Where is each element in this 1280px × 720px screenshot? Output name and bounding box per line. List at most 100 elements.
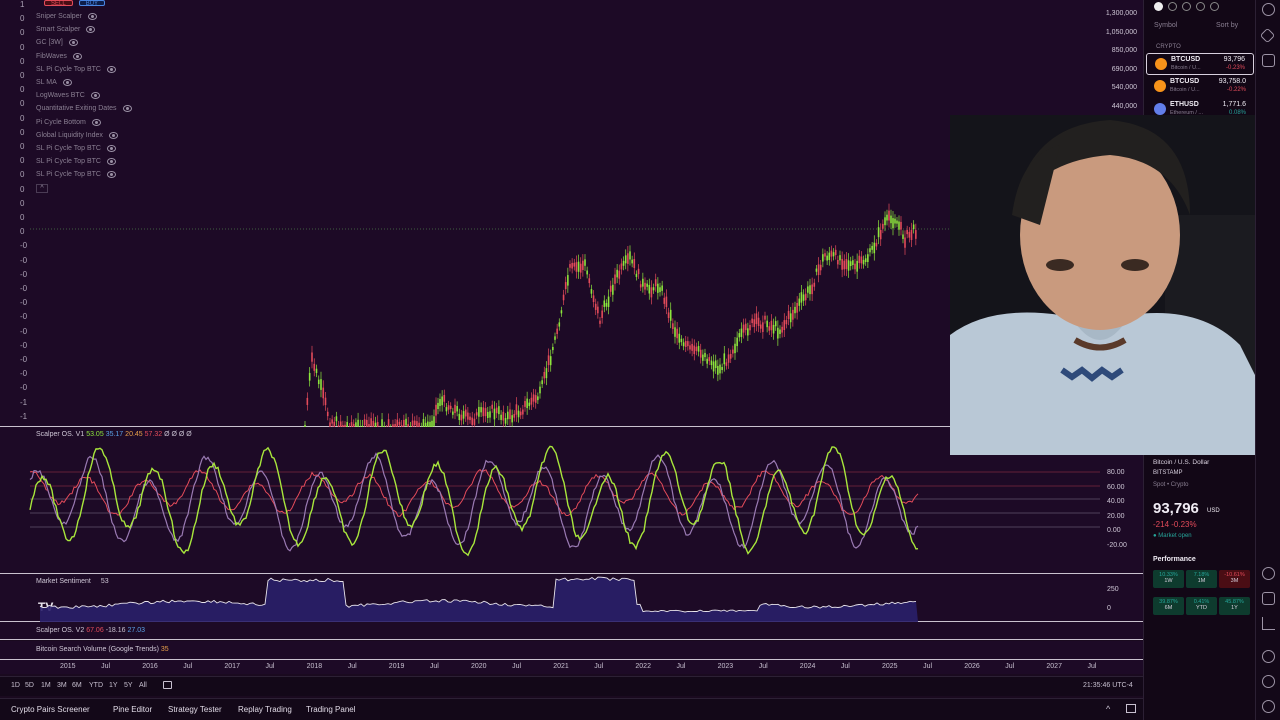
sentiment-pane[interactable]: Market Sentiment 53 TV 250 0 [0,574,1143,622]
watchlist-section-crypto[interactable]: CRYPTO [1156,44,1181,50]
candle-body [458,413,461,421]
performance-cell[interactable]: 39.87% 6M [1153,597,1184,615]
watchlist-price: 93,796 [1223,56,1245,63]
time-axis-label: 2025 [882,663,898,670]
candle-body [313,363,316,371]
bottom-tab[interactable]: Trading Panel [306,705,356,714]
candle-body [530,397,533,405]
detail-price: 93,796 [1153,500,1199,517]
menu-icon[interactable] [1196,2,1205,11]
watchlist-change: -0.22% [1226,87,1246,94]
candle-body [482,407,485,417]
detail-change: -214 -0.23% [1153,520,1197,529]
range-button[interactable]: 5D [25,682,34,689]
candle-body [689,345,691,350]
watchlist-row[interactable]: BTCUSD Bitcoin / U... 93,796 -0.23% [1146,53,1254,75]
performance-cell[interactable]: -10.61% 3M [1219,570,1250,588]
candle-body [493,408,496,420]
watchlist-symbol-header[interactable]: Symbol [1154,22,1177,29]
candle-body [588,278,591,284]
candle-body [462,411,465,419]
search-volume-legend: Bitcoin Search Volume (Google Trends) 35 [36,646,169,653]
range-button[interactable]: 1M [41,682,51,689]
layers-icon[interactable] [1259,27,1276,44]
chat-icon[interactable] [1262,54,1275,67]
candle-body [562,294,565,301]
ruler-icon[interactable] [1262,617,1275,630]
performance-cell[interactable]: 45.87% 1Y [1219,597,1250,615]
candle-body [678,333,681,343]
range-button[interactable]: 3M [57,682,67,689]
candle-body [676,328,678,339]
help-icon[interactable] [1262,700,1275,713]
search-icon[interactable] [1210,2,1219,11]
bottom-tab[interactable]: Replay Trading [238,705,292,714]
performance-cell[interactable]: 0.41% YTD [1186,597,1217,615]
range-button[interactable]: All [139,682,147,689]
candle-body [646,283,648,287]
range-button[interactable]: 6M [72,682,82,689]
oscillator-plot [29,445,1100,557]
performance-cell[interactable]: 10.33% 1W [1153,570,1184,588]
candle-body [702,354,704,361]
candle-body [648,284,651,294]
candle-body [667,312,670,318]
chevron-up-icon[interactable]: ^ [1106,704,1110,714]
range-button[interactable]: 1Y [109,682,118,689]
osc-scale-label: -20.00 [1107,541,1127,549]
bottom-tab[interactable]: Pine Editor [113,705,152,714]
candle-body [886,214,888,221]
range-button[interactable]: 5Y [124,682,133,689]
candle-body [858,255,861,264]
bottom-tab[interactable]: Strategy Tester [168,705,222,714]
maximize-icon[interactable] [1126,704,1136,713]
flag-icon[interactable] [1182,2,1191,11]
candle-body [506,411,509,420]
candle-body [480,407,482,413]
watchlist-sort-header[interactable]: Sort by [1216,22,1238,29]
candle-body [618,270,621,279]
bottom-tab[interactable]: Crypto Pairs Screener [11,705,90,714]
watchlist-name: Bitcoin / U... [1171,65,1201,71]
candle-body [794,306,796,314]
candle-body [519,411,522,416]
bell-icon[interactable] [1262,675,1275,688]
time-axis-label: Jul [429,663,439,670]
podcast-icon[interactable] [1262,650,1275,663]
avatar[interactable] [1154,2,1163,11]
candle-body [896,220,898,224]
candle-body [543,371,546,379]
watchlist-row[interactable]: BTCUSD Bitcoin / U... 93,758.0 -0.22% [1146,76,1254,98]
time-axis-label: 2015 [60,663,76,670]
candle-body [759,324,762,329]
performance-period: 3M [1230,578,1239,584]
time-axis-label: 2017 [224,663,240,670]
calendar-icon[interactable] [1262,592,1275,605]
scalper-v2-pane[interactable]: Scalper OS. V2 67.06 -18.16 27.03 [0,622,1143,640]
alarm-clock-icon[interactable] [1262,3,1275,16]
candle-body [783,320,786,331]
candle-body [532,394,535,402]
candle-body [624,255,627,264]
candle-body [738,333,741,338]
candle-body [652,287,655,291]
candle-body [834,249,837,255]
performance-cell[interactable]: 7.18% 1M [1186,570,1217,588]
range-button[interactable]: 1D [11,682,20,689]
candle-body [577,261,580,272]
calendar-icon[interactable] [163,681,172,689]
range-button[interactable]: YTD [89,682,103,689]
candle-body [584,259,586,266]
candle-body [804,293,807,301]
candle-body [787,310,790,320]
candle-body [590,289,593,294]
candle-body [539,386,541,394]
candle-body [500,414,502,420]
candle-body [464,409,467,417]
target-icon[interactable] [1262,567,1275,580]
search-volume-pane[interactable]: Bitcoin Search Volume (Google Trends) 35 [0,641,1143,660]
add-icon[interactable] [1168,2,1177,11]
candle-body [644,282,646,290]
candle-body [817,264,820,276]
time-axis[interactable]: 2015 Jul 2016 Jul 2017 Jul 2018 Jul 2019 Jul 2020 J… [0,660,1143,674]
